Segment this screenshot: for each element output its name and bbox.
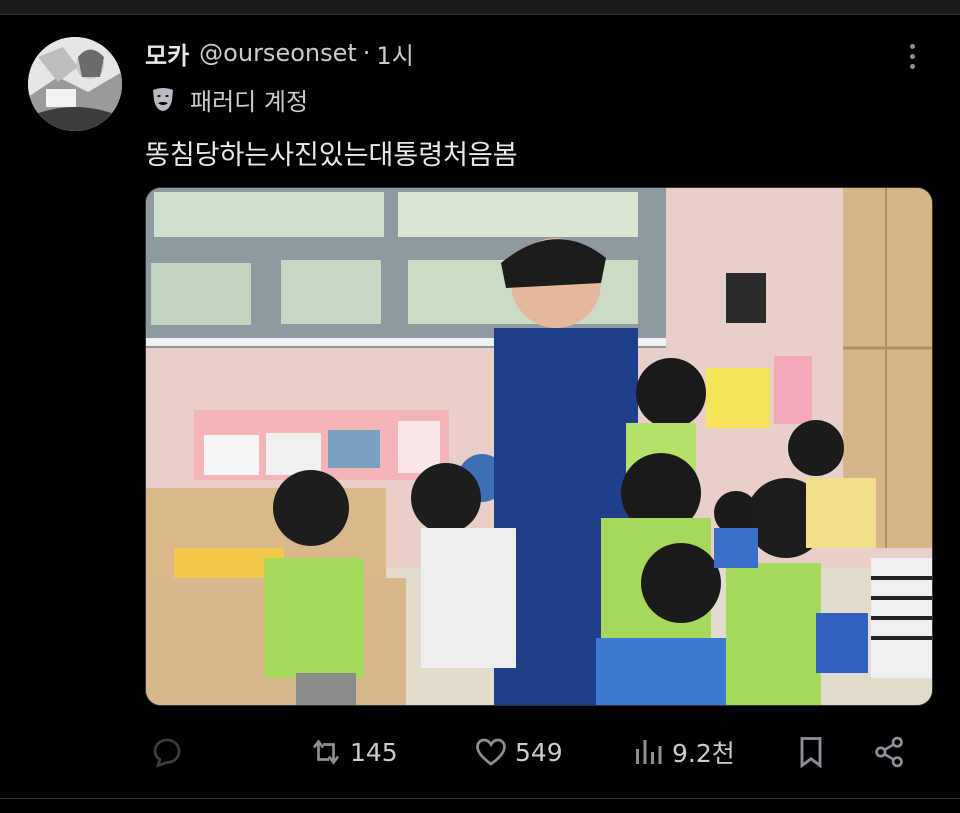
parody-label-row: 패러디 계정 bbox=[148, 82, 308, 116]
like-button[interactable]: 549 bbox=[473, 724, 563, 780]
views-count: 9.2천 bbox=[672, 739, 735, 768]
author-avatar[interactable] bbox=[28, 37, 122, 131]
repost-button[interactable]: 145 bbox=[308, 724, 398, 780]
views-icon bbox=[636, 740, 662, 764]
like-count: 549 bbox=[515, 737, 563, 767]
tweet-photo[interactable] bbox=[145, 187, 933, 706]
reply-button[interactable] bbox=[149, 724, 185, 780]
more-dot-icon bbox=[909, 43, 915, 49]
bookmark-icon bbox=[800, 737, 822, 769]
tweet-text: 똥침당하는사진있는대통령처음봄 bbox=[145, 140, 518, 171]
parody-mask-icon bbox=[153, 88, 173, 111]
bottom-divider bbox=[0, 798, 960, 799]
more-dot-icon bbox=[909, 63, 915, 69]
tweet-actions-bar: 145 549 9.2천 bbox=[145, 724, 935, 780]
top-divider bbox=[0, 0, 960, 15]
bookmark-button[interactable] bbox=[793, 724, 829, 780]
tweet-header: 모카 @ourseonset · 1시 bbox=[145, 36, 414, 70]
reply-icon bbox=[153, 738, 181, 768]
author-name[interactable]: 모카 bbox=[145, 36, 189, 71]
views-button[interactable]: 9.2천 bbox=[630, 724, 735, 780]
classroom-photo-image bbox=[146, 188, 932, 705]
timestamp[interactable]: 1시 bbox=[376, 36, 413, 71]
author-handle[interactable]: @ourseonset bbox=[199, 39, 357, 67]
repost-count: 145 bbox=[350, 737, 398, 767]
heart-icon bbox=[476, 738, 506, 766]
share-icon bbox=[875, 736, 903, 768]
more-dot-icon bbox=[909, 53, 915, 59]
repost-icon bbox=[312, 739, 340, 765]
share-button[interactable] bbox=[871, 724, 907, 780]
avatar-manga-image bbox=[28, 37, 122, 131]
account-type-label: 패러디 계정 bbox=[190, 87, 309, 116]
separator-dot: · bbox=[362, 39, 371, 67]
more-options-button[interactable] bbox=[896, 40, 928, 72]
